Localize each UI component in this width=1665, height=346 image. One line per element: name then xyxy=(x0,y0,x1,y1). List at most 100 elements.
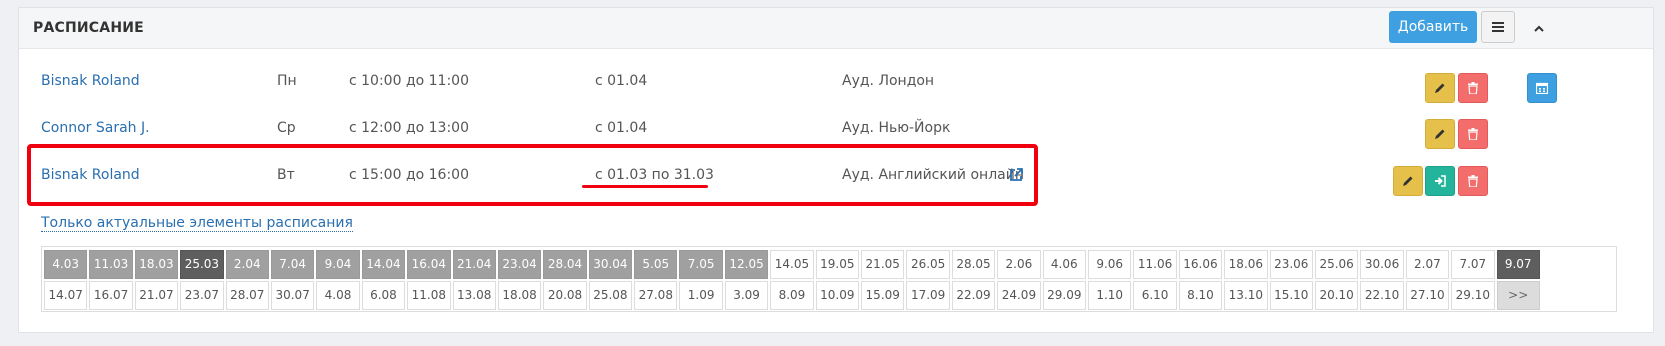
date-cell[interactable]: 25.03 xyxy=(180,250,224,279)
date-cell[interactable]: 19.05 xyxy=(815,250,860,279)
sign-in-icon xyxy=(1435,175,1446,187)
date-cell[interactable]: 4.03 xyxy=(44,250,88,279)
delete-button[interactable] xyxy=(1458,119,1488,149)
time: с 10:00 до 11:00 xyxy=(349,73,469,89)
date-cell[interactable]: 13.08 xyxy=(452,281,496,310)
date-cell[interactable]: 21.05 xyxy=(861,250,905,279)
menu-button[interactable] xyxy=(1481,11,1515,43)
trash-icon xyxy=(1468,128,1478,140)
more-dates-button[interactable]: >> xyxy=(1496,281,1540,310)
date-cell[interactable]: 18.03 xyxy=(134,250,179,279)
date-cell[interactable]: 6.10 xyxy=(1133,281,1177,310)
dates-row: 14.07 16.07 21.07 23.07 28.07 30.07 4.08 6.08 11… xyxy=(44,281,1540,310)
date-cell[interactable]: 29.09 xyxy=(1042,281,1086,310)
schedule-row: Bisnak Roland Пн с 10:00 до 11:00 с 01.0… xyxy=(19,61,1653,103)
date-cell[interactable]: 2.06 xyxy=(997,250,1041,279)
collapse-button[interactable] xyxy=(1527,16,1551,40)
date-cell[interactable]: 9.07 xyxy=(1496,250,1540,279)
date-cell[interactable]: 7.07 xyxy=(1451,250,1495,279)
highlight-underline xyxy=(582,185,708,188)
room: Ауд. Нью-Йорк xyxy=(842,120,951,136)
date-cell[interactable]: 14.04 xyxy=(361,250,406,279)
date-cell[interactable]: 4.06 xyxy=(1042,250,1086,279)
date-cell[interactable]: 2.07 xyxy=(1405,250,1450,279)
date-cell[interactable]: 5.05 xyxy=(634,250,678,279)
day: Пн xyxy=(277,73,297,89)
date-cell[interactable]: 13.10 xyxy=(1224,281,1268,310)
day: Ср xyxy=(277,120,296,136)
date-cell[interactable]: 18.08 xyxy=(497,281,542,310)
calendar-button[interactable] xyxy=(1527,73,1557,103)
teacher-link[interactable]: Connor Sarah J. xyxy=(41,108,150,148)
date-cell[interactable]: 28.07 xyxy=(225,281,269,310)
date-cell[interactable]: 21.04 xyxy=(452,250,496,279)
delete-button[interactable] xyxy=(1458,166,1488,196)
date-cell[interactable]: 2.04 xyxy=(225,250,269,279)
date-cell[interactable]: 11.08 xyxy=(407,281,451,310)
date-cell[interactable]: 26.05 xyxy=(906,250,950,279)
panel-title: РАСПИСАНИЕ xyxy=(33,20,144,36)
date-cell[interactable]: 28.05 xyxy=(951,250,996,279)
pencil-icon xyxy=(1435,129,1445,139)
date-cell[interactable]: 9.04 xyxy=(316,250,360,279)
date-cell[interactable]: 30.07 xyxy=(270,281,315,310)
date-cell[interactable]: 25.06 xyxy=(1314,250,1359,279)
date-cell[interactable]: 15.10 xyxy=(1269,281,1313,310)
date-cell[interactable]: 27.08 xyxy=(634,281,678,310)
date-cell[interactable]: 10.09 xyxy=(815,281,860,310)
date-cell[interactable]: 8.10 xyxy=(1178,281,1223,310)
date-cell[interactable]: 14.07 xyxy=(44,281,88,310)
date-cell[interactable]: 20.08 xyxy=(543,281,587,310)
edit-button[interactable] xyxy=(1393,166,1423,196)
delete-button[interactable] xyxy=(1458,73,1488,103)
date-cell[interactable]: 30.06 xyxy=(1360,250,1404,279)
date-cell[interactable]: 7.04 xyxy=(270,250,315,279)
trash-icon xyxy=(1468,82,1478,94)
date-cell[interactable]: 11.03 xyxy=(89,250,133,279)
highlight-box xyxy=(27,144,1038,206)
date-cell[interactable]: 23.07 xyxy=(180,281,224,310)
date-cell[interactable]: 3.09 xyxy=(724,281,769,310)
date-cell[interactable]: 29.10 xyxy=(1451,281,1495,310)
edit-button[interactable] xyxy=(1425,119,1455,149)
date-cell[interactable]: 25.08 xyxy=(588,281,633,310)
date-cell[interactable]: 27.10 xyxy=(1405,281,1450,310)
date-cell[interactable]: 1.10 xyxy=(1087,281,1132,310)
date-cell[interactable]: 14.05 xyxy=(770,250,814,279)
date-cell[interactable]: 4.08 xyxy=(316,281,360,310)
teacher-link[interactable]: Bisnak Roland xyxy=(41,61,140,101)
date-cell[interactable]: 21.07 xyxy=(134,281,179,310)
date-cell[interactable]: 6.08 xyxy=(361,281,406,310)
time: с 12:00 до 13:00 xyxy=(349,120,469,136)
date-cell[interactable]: 8.09 xyxy=(770,281,814,310)
date-cell[interactable]: 28.04 xyxy=(543,250,587,279)
room: Ауд. Лондон xyxy=(842,73,935,89)
date-cell[interactable]: 23.06 xyxy=(1269,250,1313,279)
date-cell[interactable]: 20.10 xyxy=(1314,281,1359,310)
date-cell[interactable]: 7.05 xyxy=(679,250,723,279)
date-cell[interactable]: 30.04 xyxy=(588,250,633,279)
date-cell[interactable]: 22.09 xyxy=(951,281,996,310)
date-cell[interactable]: 24.09 xyxy=(997,281,1041,310)
pencil-icon xyxy=(1403,176,1413,186)
hamburger-icon xyxy=(1492,22,1504,32)
add-button[interactable]: Добавить xyxy=(1389,11,1477,43)
date-cell[interactable]: 1.09 xyxy=(679,281,723,310)
date-cell[interactable]: 18.06 xyxy=(1224,250,1268,279)
enter-button[interactable] xyxy=(1425,166,1455,196)
date-cell[interactable]: 15.09 xyxy=(861,281,905,310)
edit-button[interactable] xyxy=(1425,73,1455,103)
date-cell[interactable]: 22.10 xyxy=(1360,281,1404,310)
date-cell[interactable]: 11.06 xyxy=(1133,250,1177,279)
date-cell[interactable]: 23.04 xyxy=(497,250,542,279)
date-cell[interactable]: 16.07 xyxy=(89,281,133,310)
pencil-icon xyxy=(1435,83,1445,93)
chevron-up-icon xyxy=(1534,25,1544,32)
date-cell[interactable]: 12.05 xyxy=(724,250,769,279)
actual-items-link[interactable]: Только актуальные элементы расписания xyxy=(41,215,353,232)
period: с 01.04 xyxy=(595,73,648,89)
date-cell[interactable]: 16.04 xyxy=(407,250,451,279)
date-cell[interactable]: 17.09 xyxy=(906,281,950,310)
date-cell[interactable]: 16.06 xyxy=(1178,250,1223,279)
date-cell[interactable]: 9.06 xyxy=(1087,250,1132,279)
